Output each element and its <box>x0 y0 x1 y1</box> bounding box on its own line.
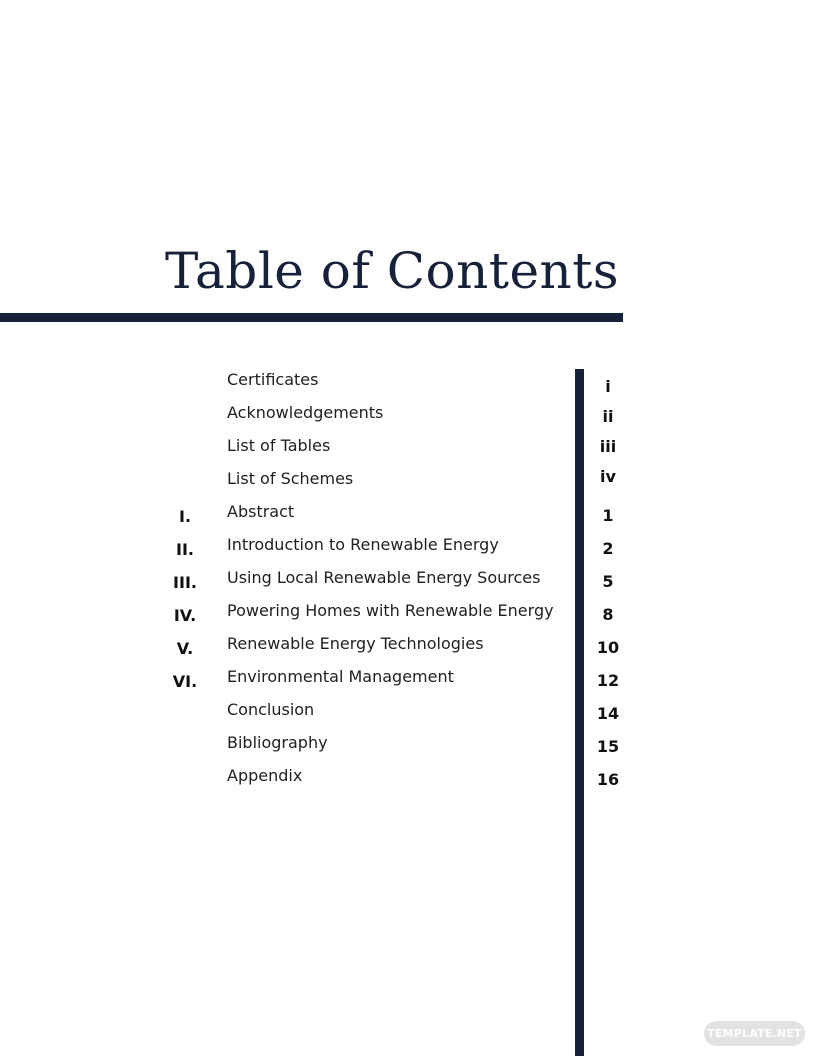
toc-entry-list-of-tables[interactable]: List of Tables <box>0 433 816 466</box>
toc-label: Renewable Energy Technologies <box>227 634 484 653</box>
watermark-badge: TEMPLATE.NET <box>704 1021 805 1046</box>
toc-numeral: I. <box>178 507 192 526</box>
page-number: 14 <box>596 704 620 723</box>
toc-entry-list-of-schemes[interactable]: List of Schemes <box>0 466 816 499</box>
page-number: 12 <box>596 671 620 690</box>
toc-entry-introduction[interactable]: II. Introduction to Renewable Energy <box>0 532 816 565</box>
toc-entry-abstract[interactable]: I. Abstract <box>0 499 816 532</box>
toc-label: List of Schemes <box>227 469 354 488</box>
page-number: iii <box>599 437 617 456</box>
toc-entry-appendix[interactable]: Appendix <box>0 763 816 796</box>
page-number: 2 <box>602 539 614 558</box>
page-number: 16 <box>596 770 620 789</box>
page-number: ii <box>602 407 614 426</box>
page-title: Table of Contents <box>165 242 619 300</box>
toc-label: Introduction to Renewable Energy <box>227 535 499 554</box>
toc-numeral: III. <box>173 573 197 592</box>
toc-label: Appendix <box>227 766 303 785</box>
toc-label: Conclusion <box>227 700 315 719</box>
toc-label: Bibliography <box>227 733 328 752</box>
toc-numeral: V. <box>176 639 194 658</box>
toc-label: List of Tables <box>227 436 331 455</box>
toc-numeral: VI. <box>172 672 198 691</box>
toc-entry-conclusion[interactable]: Conclusion <box>0 697 816 730</box>
toc-label: Abstract <box>227 502 295 521</box>
toc-entry-acknowledgements[interactable]: Acknowledgements <box>0 400 816 433</box>
toc-entry-certificates[interactable]: Certificates <box>0 367 816 400</box>
toc-label: Using Local Renewable Energy Sources <box>227 568 541 587</box>
toc-entry-environmental-management[interactable]: VI. Environmental Management <box>0 664 816 697</box>
page-number: i <box>605 377 611 396</box>
toc-entry-local-sources[interactable]: III. Using Local Renewable Energy Source… <box>0 565 816 598</box>
toc-label: Acknowledgements <box>227 403 384 422</box>
toc-entry-technologies[interactable]: V. Renewable Energy Technologies <box>0 631 816 664</box>
toc-label: Certificates <box>227 370 319 389</box>
toc-numeral: II. <box>176 540 194 559</box>
title-underline-divider <box>0 313 623 322</box>
page-number: iv <box>600 467 616 486</box>
page-number: 10 <box>596 638 620 657</box>
page-number: 1 <box>602 506 614 525</box>
toc-label: Powering Homes with Renewable Energy <box>227 601 554 620</box>
toc-numeral: IV. <box>173 606 197 625</box>
page-number: 15 <box>596 737 620 756</box>
toc-entry-powering-homes[interactable]: IV. Powering Homes with Renewable Energy <box>0 598 816 631</box>
page-number: 5 <box>602 572 614 591</box>
toc-entry-bibliography[interactable]: Bibliography <box>0 730 816 763</box>
toc-label: Environmental Management <box>227 667 454 686</box>
page-number: 8 <box>602 605 614 624</box>
